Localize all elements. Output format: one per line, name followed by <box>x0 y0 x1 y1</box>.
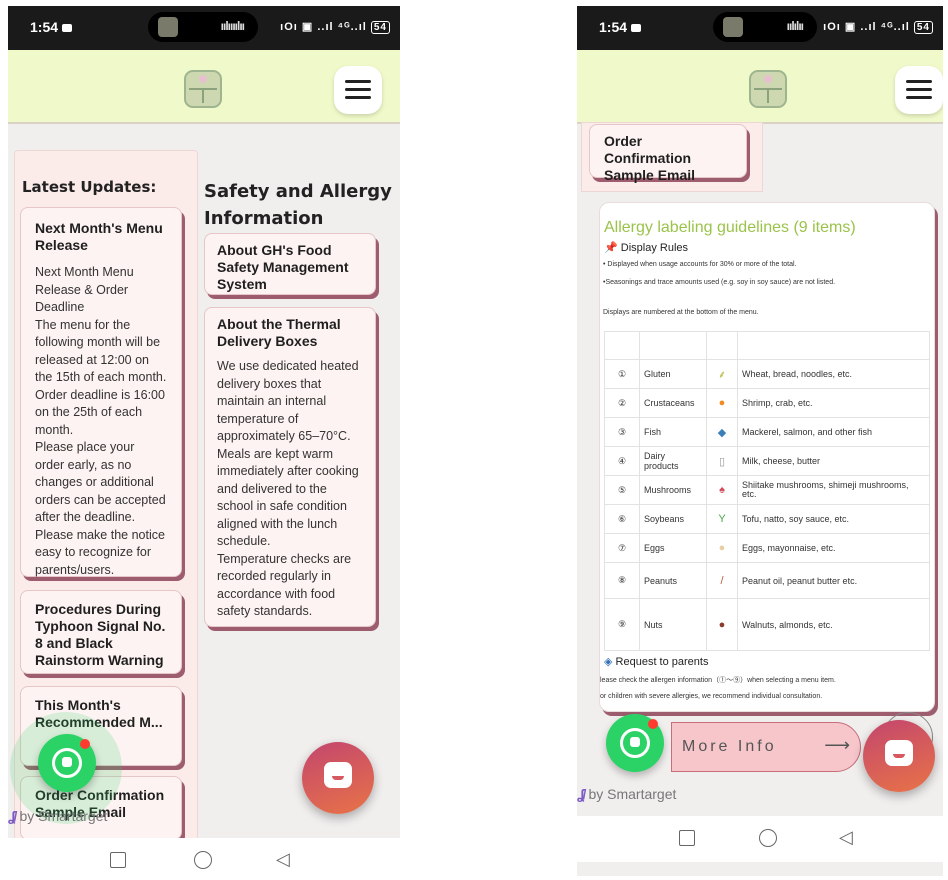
status-icons: ıOı ▣ ..ıl ⁴ᴳ..ıl 54 <box>280 20 390 34</box>
whatsapp-icon <box>52 748 82 778</box>
more-info-label: More Info <box>682 738 777 755</box>
audio-wave-icon: ıılıııılıı <box>220 19 245 33</box>
milk-icon: ▯ <box>705 446 738 476</box>
update-card-order-confirmation[interactable]: Order Confirmation Sample Email <box>589 124 747 183</box>
smartarget-credit[interactable]: ʆ̸ by Smartarget <box>577 786 676 802</box>
back-icon[interactable]: ◁ <box>276 849 290 870</box>
audio-wave-icon: ıılılıı <box>786 19 804 33</box>
allergy-title: Allergy labeling guidelines (9 items) <box>604 219 856 236</box>
safety-card-thermal-boxes[interactable]: About the Thermal Delivery Boxes We use … <box>204 307 376 627</box>
notification-badge <box>648 719 658 729</box>
chat-widget-button[interactable] <box>863 720 935 792</box>
safety-card-title: About the Thermal Delivery Boxes <box>217 316 341 349</box>
chat-icon <box>885 740 913 766</box>
shield-icon: ◈ <box>604 656 613 668</box>
status-icons: ıOı ▣ ..ıl ⁴ᴳ..ıl 54 <box>823 20 933 34</box>
display-rule-2: •Seasonings and trace amounts used (e.g.… <box>603 279 836 286</box>
table-row: ③ Fish ◆ Mackerel, salmon, and other fish <box>604 417 931 447</box>
dynamic-island: ıılılıı <box>713 12 817 42</box>
whatsapp-button[interactable] <box>606 714 664 772</box>
screen-record-icon <box>631 24 642 32</box>
chat-icon <box>324 762 352 788</box>
home-icon[interactable] <box>194 851 212 869</box>
site-header <box>8 50 400 124</box>
safety-card-body: We use dedicated heated delivery boxes t… <box>217 359 359 618</box>
table-row: ⑤ Mushrooms ♠ Shiitake mushrooms, shimeji m… <box>604 475 931 505</box>
smartarget-icon: ʆ̸ <box>8 808 16 824</box>
recent-apps-icon[interactable] <box>110 852 126 868</box>
mushroom-icon: ♠ <box>705 475 738 505</box>
display-rule-3: Displays are numbered at the bottom of t… <box>603 309 759 316</box>
update-card-title: Next Month's Menu Release <box>35 220 163 253</box>
egg-icon: ● <box>705 533 738 563</box>
display-rules-heading: 📌 Display Rules <box>604 242 689 254</box>
smartarget-icon: ʆ̸ <box>577 786 585 802</box>
display-rule-1: • Displayed when usage accounts for 30% … <box>603 261 797 268</box>
battery-icon: 54 <box>370 21 390 34</box>
nut-icon: ● <box>705 598 738 651</box>
status-bar: 1:54 ıılılıı ıOı ▣ ..ıl ⁴ᴳ..ıl 54 <box>577 6 943 50</box>
sprout-icon: Y <box>705 504 738 534</box>
table-row: ⑧ Peanuts / Peanut oil, peanut butter etc. <box>604 562 931 599</box>
shrimp-icon: ● <box>705 388 738 418</box>
update-card-title: Order Confirmation Sample Email <box>604 133 696 183</box>
whatsapp-button[interactable] <box>38 734 96 792</box>
hamburger-menu-button[interactable] <box>334 66 382 114</box>
table-row: ⑦ Eggs ● Eggs, mayonnaise, etc. <box>604 533 931 563</box>
more-info-button[interactable]: More Info ⟶ <box>671 722 861 772</box>
table-row: ⑨ Nuts ● Walnuts, almonds, etc. <box>604 598 931 651</box>
safety-card-title: About GH's Food Safety Management System <box>217 242 349 292</box>
request-line-1: lease check the allergen information（①〜⑨… <box>600 677 836 684</box>
smartarget-credit[interactable]: ʆ̸ by Smartarget <box>8 808 107 824</box>
gluten-icon: ⸙ <box>705 359 738 389</box>
update-card-next-month-menu[interactable]: Next Month's Menu Release Next Month Men… <box>20 207 182 577</box>
home-icon[interactable] <box>759 829 777 847</box>
site-logo-icon[interactable] <box>749 70 787 108</box>
site-header <box>577 50 943 124</box>
safety-allergy-heading: Safety and Allergy Information <box>204 181 392 229</box>
update-card-title: Procedures During Typhoon Signal No. 8 a… <box>35 601 166 668</box>
hamburger-menu-button[interactable] <box>895 66 943 114</box>
table-row: ⑥ Soybeans Y Tofu, natto, soy sauce, etc. <box>604 504 931 534</box>
android-nav-bar: ◁ <box>577 816 943 862</box>
screen-record-icon <box>62 24 73 32</box>
phone-screen-left: 1:54 ıılıııılıı ıOı ▣ ..ıl ⁴ᴳ..ıl 54 Lat… <box>8 6 400 876</box>
peanut-icon: / <box>705 562 738 599</box>
battery-icon: 54 <box>913 21 933 34</box>
latest-updates-title: Latest Updates: <box>22 178 157 196</box>
fish-icon: ◆ <box>705 417 738 447</box>
update-card-body: Next Month Menu Release & Order Deadline… <box>35 265 167 577</box>
table-row: ① Gluten ⸙ Wheat, bread, noodles, etc. <box>604 359 931 389</box>
android-nav-bar: ◁ <box>8 838 400 876</box>
update-card-typhoon-procedures[interactable]: Procedures During Typhoon Signal No. 8 a… <box>20 590 182 674</box>
back-icon[interactable]: ◁ <box>839 827 853 848</box>
allergy-guidelines-card: Allergy labeling guidelines (9 items) 📌 … <box>599 202 935 712</box>
app-thumbnail-icon <box>158 17 178 37</box>
allergen-table: ① Gluten ⸙ Wheat, bread, noodles, etc. ② Cru… <box>604 331 931 651</box>
status-bar: 1:54 ıılıııılıı ıOı ▣ ..ıl ⁴ᴳ..ıl 54 <box>8 6 400 50</box>
status-time: 1:54 <box>599 19 642 35</box>
safety-card-food-safety-system[interactable]: About GH's Food Safety Management System <box>204 233 376 295</box>
request-heading: ◈ Request to parents <box>604 656 709 668</box>
pin-icon: 📌 <box>604 242 618 254</box>
table-row: ④ Dairy products ▯ Milk, cheese, butter <box>604 446 931 476</box>
dynamic-island: ıılıııılıı <box>148 12 258 42</box>
whatsapp-icon <box>620 728 650 758</box>
request-line-2: or children with severe allergies, we re… <box>600 693 823 700</box>
status-time: 1:54 <box>30 19 73 35</box>
recent-apps-icon[interactable] <box>679 830 695 846</box>
notification-badge <box>80 739 90 749</box>
phone-screen-right: 1:54 ıılılıı ıOı ▣ ..ıl ⁴ᴳ..ıl 54 Order … <box>577 6 943 876</box>
table-row: ② Crustaceans ● Shrimp, crab, etc. <box>604 388 931 418</box>
app-thumbnail-icon <box>723 17 743 37</box>
arrow-right-icon: ⟶ <box>824 735 850 755</box>
site-logo-icon[interactable] <box>184 70 222 108</box>
chat-widget-button[interactable] <box>302 742 374 814</box>
